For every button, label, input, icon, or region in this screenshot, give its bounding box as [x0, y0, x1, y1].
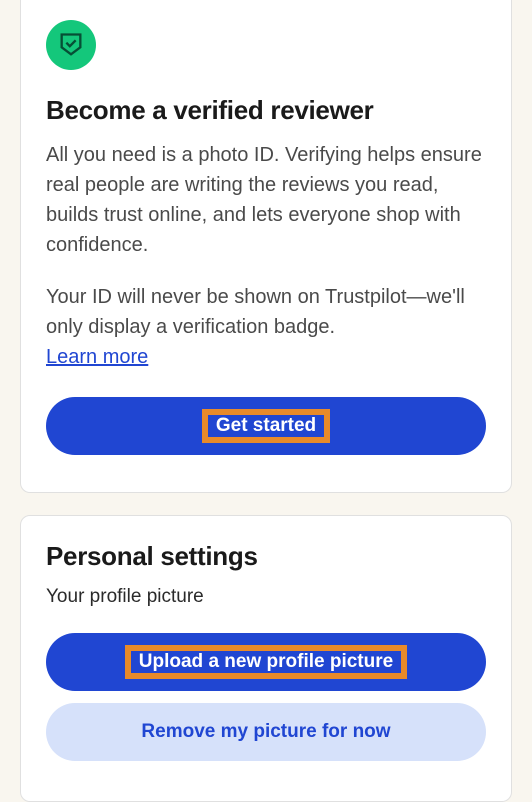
- learn-more-link[interactable]: Learn more: [46, 346, 148, 369]
- verified-badge-icon: [46, 20, 96, 70]
- get-started-button[interactable]: Get started: [46, 397, 486, 455]
- personal-card-subtitle: Your profile picture: [46, 586, 486, 608]
- remove-button-label: Remove my picture for now: [141, 721, 390, 743]
- personal-card-title: Personal settings: [46, 541, 486, 572]
- highlight-annotation: Get started: [202, 409, 330, 443]
- verified-card-title: Become a verified reviewer: [46, 95, 486, 126]
- upload-picture-button[interactable]: Upload a new profile picture: [46, 633, 486, 691]
- remove-picture-button[interactable]: Remove my picture for now: [46, 703, 486, 761]
- verified-card-note: Your ID will never be shown on Trustpilo…: [46, 282, 486, 342]
- personal-settings-card: Personal settings Your profile picture U…: [20, 515, 512, 802]
- verified-card-description: All you need is a photo ID. Verifying he…: [46, 140, 486, 260]
- verified-reviewer-card: Become a verified reviewer All you need …: [20, 0, 512, 493]
- highlight-annotation: Upload a new profile picture: [125, 645, 407, 679]
- get-started-button-label: Get started: [216, 415, 316, 437]
- upload-button-label: Upload a new profile picture: [139, 651, 393, 673]
